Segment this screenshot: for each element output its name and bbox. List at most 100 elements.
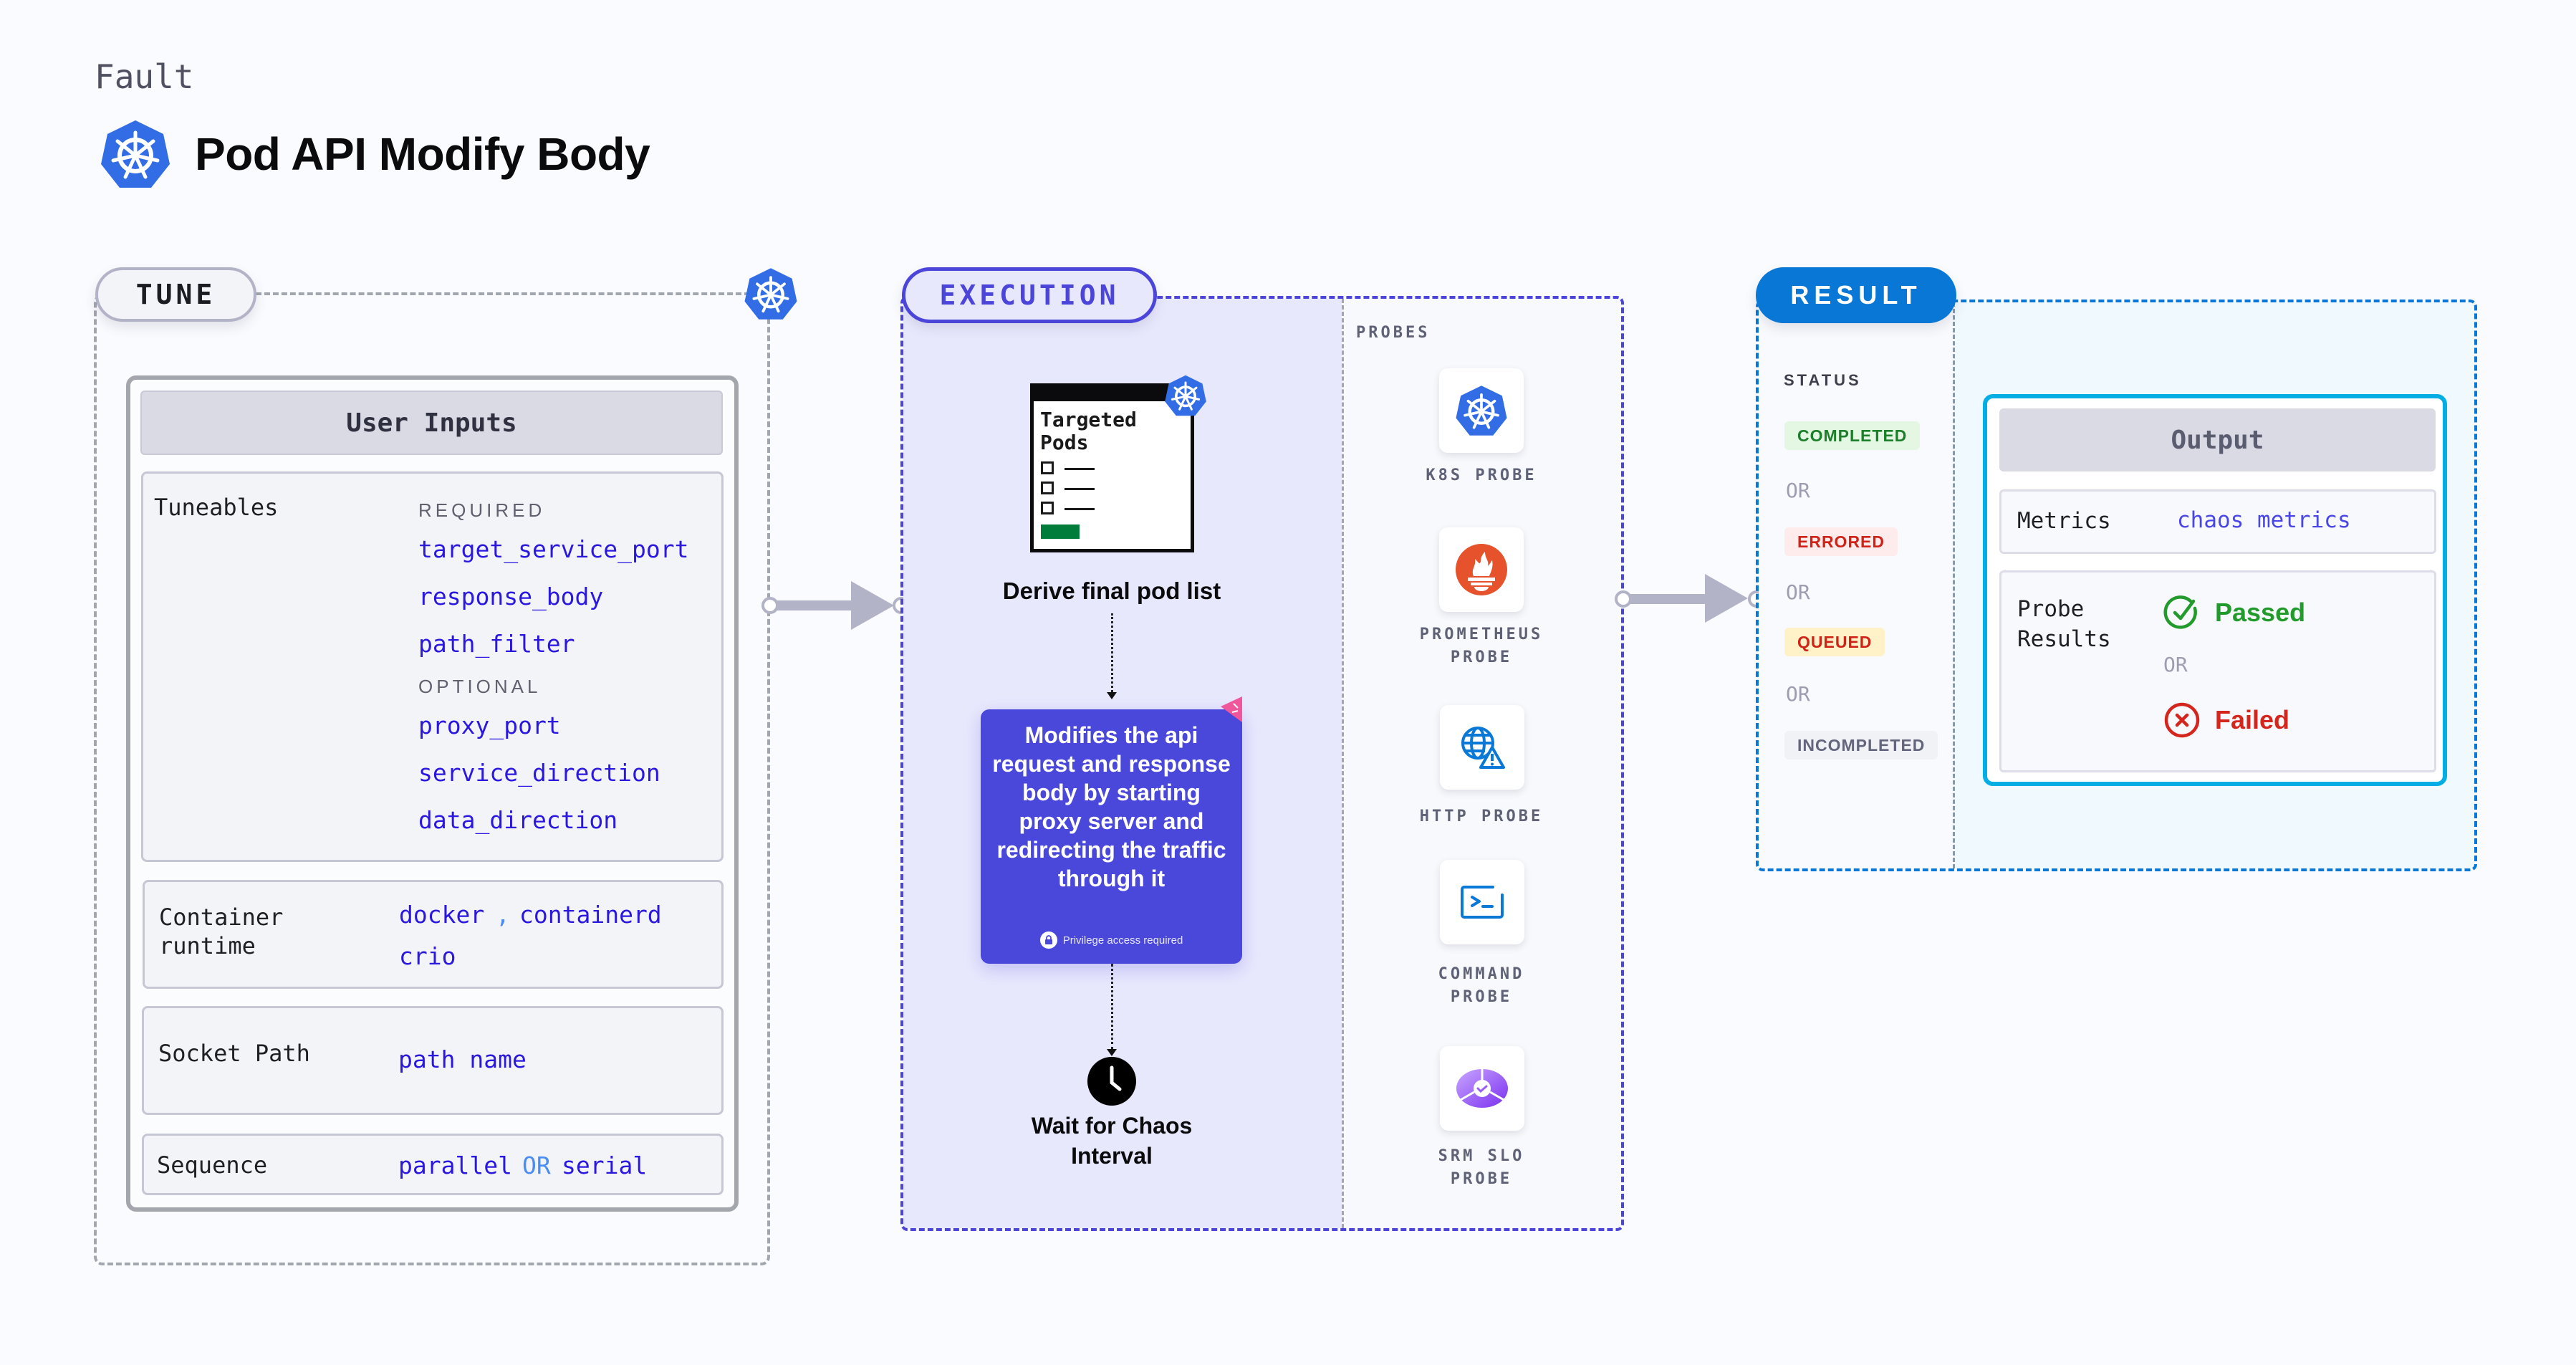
- param-response-body: response_body: [418, 583, 604, 610]
- sequence-parallel: parallel: [398, 1151, 512, 1179]
- connector-line: [770, 600, 863, 610]
- runtime-docker: docker: [399, 901, 485, 929]
- targeted-pods-title-line1: Targeted: [1040, 408, 1137, 431]
- metrics-label: Metrics: [2017, 508, 2111, 534]
- checkbox-icon: [1041, 502, 1054, 514]
- lock-icon: [1039, 931, 1057, 949]
- sequence-section: Sequence parallel OR serial: [142, 1134, 724, 1195]
- tune-stage-pill: TUNE: [95, 267, 256, 322]
- socket-path-section: Socket Path path name: [142, 1006, 724, 1115]
- user-inputs-title: User Inputs: [140, 391, 723, 455]
- output-title: Output: [1999, 408, 2436, 471]
- clock-icon: [1087, 1057, 1136, 1106]
- or-separator: OR: [1786, 479, 1810, 502]
- param-target-service-port: target_service_port: [418, 535, 689, 563]
- targeted-pods-title: Targeted Pods: [1040, 408, 1137, 454]
- passed-label: Passed: [2215, 598, 2306, 627]
- status-title: STATUS: [1784, 371, 1862, 389]
- probe-tile-prometheus[interactable]: [1439, 527, 1524, 612]
- probe-tile-http[interactable]: [1440, 705, 1524, 790]
- socket-path-value: path name: [398, 1045, 527, 1073]
- page-title: Pod API Modify Body: [195, 128, 650, 180]
- optional-label: OPTIONAL: [418, 676, 542, 697]
- chaos-badge-icon: [1221, 696, 1242, 722]
- connector-arrowhead: [1705, 574, 1748, 623]
- status-badge-completed: COMPLETED: [1784, 421, 1921, 450]
- arrow-down-icon: [1107, 692, 1117, 699]
- probe-results-label-line1: Probe: [2017, 596, 2085, 622]
- param-service-direction: service_direction: [418, 759, 660, 787]
- tuneables-section: Tuneables REQUIRED target_service_port r…: [141, 471, 724, 862]
- status-badge-errored: ERRORED: [1784, 527, 1898, 556]
- globe-warning-icon: [1461, 727, 1505, 769]
- flow-line: [1111, 964, 1113, 1050]
- targeted-pods-title-line2: Pods: [1040, 431, 1089, 454]
- param-path-filter: path_filter: [418, 630, 575, 658]
- tune-panel-border: [256, 292, 750, 295]
- arrow-down-icon: [1107, 1049, 1117, 1056]
- probe-result-failed: Failed: [2163, 701, 2289, 739]
- runtime-separator: ,: [496, 901, 510, 929]
- metrics-value: chaos metrics: [2177, 507, 2351, 533]
- connector-dot: [1615, 590, 1632, 608]
- probe-results-row: Probe Results Passed OR Failed: [1999, 570, 2436, 772]
- or-separator: OR: [2163, 653, 2188, 676]
- result-stage-pill: RESULT: [1756, 267, 1956, 323]
- probe-label-srm-slo: SRM SLO PROBE: [1388, 1145, 1575, 1191]
- prometheus-icon: [1456, 544, 1507, 595]
- probe-label-http: HTTP PROBE: [1419, 808, 1544, 825]
- wait-label-line2: Interval: [1071, 1143, 1153, 1169]
- probes-title: PROBES: [1356, 324, 1431, 342]
- sequence-serial: serial: [562, 1151, 648, 1179]
- wait-label-line1: Wait for Chaos: [1031, 1113, 1193, 1139]
- status-badge-incompleted: INCOMPLETED: [1784, 731, 1938, 760]
- probe-tile-k8s[interactable]: [1439, 368, 1524, 453]
- or-separator: OR: [1786, 682, 1810, 706]
- container-runtime-section: Container runtime docker , containerd cr…: [143, 880, 724, 989]
- privilege-note: Privilege access required: [991, 931, 1231, 949]
- probe-label-line2: PROBE: [1450, 988, 1513, 1006]
- probe-label-command: COMMAND PROBE: [1388, 963, 1575, 1009]
- container-runtime-label-line2: runtime: [159, 932, 256, 959]
- connector-dot: [761, 597, 779, 614]
- flow-line: [1111, 613, 1113, 692]
- container-runtime-label-line1: Container: [159, 904, 284, 931]
- probe-label-line2: PROBE: [1450, 1170, 1513, 1188]
- metrics-row: Metrics chaos metrics: [1999, 489, 2436, 554]
- privilege-text: Privilege access required: [1062, 934, 1183, 947]
- connector-arrowhead: [851, 581, 894, 630]
- checkbox-icon: [1041, 461, 1054, 474]
- probe-label-line1: COMMAND: [1438, 965, 1525, 983]
- check-circle-icon: [2163, 595, 2197, 629]
- pods-status-bar: [1041, 525, 1080, 539]
- connector-line: [1625, 594, 1718, 604]
- required-label: REQUIRED: [418, 499, 546, 521]
- kubernetes-icon: [1163, 374, 1208, 417]
- execution-stage-pill: EXECUTION: [902, 267, 1157, 323]
- probe-label-line1: SRM SLO: [1438, 1147, 1525, 1165]
- fault-description: Modifies the api request and response bo…: [992, 722, 1231, 891]
- probe-tile-command[interactable]: [1440, 860, 1524, 944]
- category-label: Fault: [95, 57, 194, 96]
- list-line: [1064, 488, 1095, 490]
- checkbox-icon: [1041, 482, 1054, 494]
- wait-chaos-interval-label: Wait for Chaos Interval: [1004, 1111, 1219, 1171]
- terminal-icon: [1461, 886, 1504, 919]
- param-proxy-port: proxy_port: [418, 712, 561, 739]
- probe-results-label: Probe Results: [2017, 594, 2111, 654]
- probe-label-line2: PROBE: [1450, 648, 1513, 666]
- failed-label: Failed: [2215, 705, 2290, 734]
- kubernetes-icon: [96, 118, 175, 190]
- derive-pod-list-label: Derive final pod list: [1002, 578, 1221, 604]
- probe-tile-srm-slo[interactable]: [1440, 1046, 1524, 1131]
- kubernetes-icon: [742, 267, 799, 321]
- x-circle-icon: [2164, 702, 2200, 738]
- list-line: [1064, 468, 1095, 470]
- probe-label-line1: PROMETHEUS: [1419, 626, 1544, 643]
- sequence-or: OR: [522, 1151, 551, 1179]
- probe-label-prometheus: PROMETHEUS PROBE: [1388, 623, 1575, 669]
- probe-label-k8s: K8S PROBE: [1426, 466, 1537, 484]
- sequence-label: Sequence: [157, 1151, 268, 1179]
- runtime-crio: crio: [399, 942, 456, 970]
- tuneables-label: Tuneables: [154, 494, 279, 521]
